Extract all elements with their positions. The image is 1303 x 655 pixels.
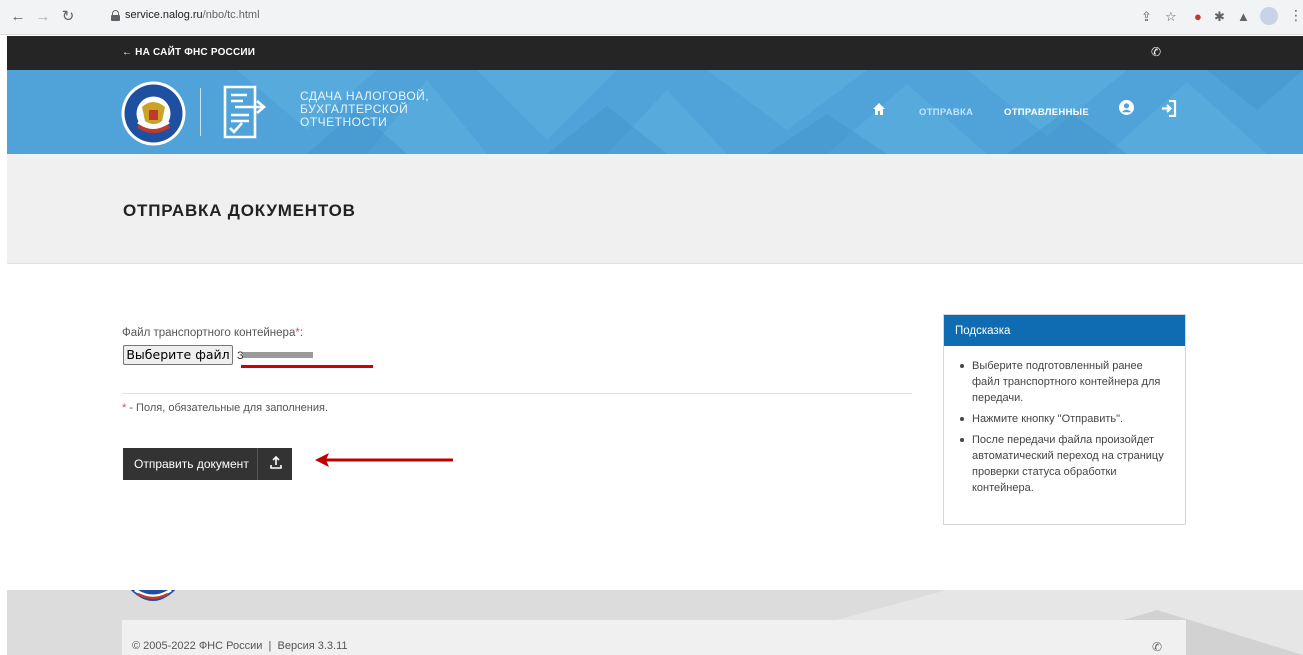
hint-item: Нажмите кнопку "Отправить". (958, 411, 1173, 427)
hint-title: Подсказка (944, 315, 1185, 346)
puzzle-extensions-icon[interactable]: ✱ (1214, 8, 1225, 26)
header-pattern (237, 70, 1303, 154)
logout-icon[interactable] (1161, 100, 1177, 117)
hint-list: Выберите подготовленный ранее файл транс… (944, 346, 1185, 496)
red-underline-annotation (241, 365, 373, 368)
page-title: ОТПРАВКА ДОКУМЕНТОВ (123, 201, 356, 220)
browser-menu-icon[interactable]: ⋮ (1289, 7, 1303, 24)
back-arrow-icon[interactable]: ← (8, 8, 28, 26)
lock-icon (111, 10, 120, 21)
site-footer: © 2005-2022 ФНС России | Версия 3.3.11 ✆ (7, 590, 1303, 655)
back-to-fns-link[interactable]: ← НА САЙТ ФНС РОССИИ (122, 47, 255, 58)
bookmark-star-icon[interactable]: ☆ (1165, 8, 1177, 26)
extension-icon[interactable]: ● (1194, 8, 1202, 26)
app-version: Версия 3.3.11 (277, 640, 348, 652)
submit-button-label: Отправить документ (134, 457, 249, 471)
home-icon[interactable] (872, 102, 886, 116)
hint-item: После передачи файла произойдет автомати… (958, 432, 1173, 496)
nav-sent[interactable]: ОТПРАВЛЕННЫЕ (1004, 107, 1089, 118)
header-separator (200, 88, 201, 136)
submit-document-button[interactable]: Отправить документ (123, 448, 292, 480)
choose-file-button[interactable]: Выберите файл (123, 345, 233, 365)
required-fields-note: * - Поля, обязательные для заполнения. (122, 402, 329, 414)
fns-emblem-logo[interactable] (120, 80, 187, 147)
share-icon[interactable]: ⇪ (1141, 8, 1152, 26)
forward-arrow-icon[interactable]: → (33, 8, 53, 26)
button-divider (257, 448, 258, 480)
red-arrow-annotation (315, 453, 453, 467)
lab-flask-icon[interactable]: ▲ (1237, 8, 1250, 26)
form-divider (122, 393, 912, 394)
file-field-label: Файл транспортного контейнера*: (122, 327, 304, 339)
footer-bar: © 2005-2022 ФНС России | Версия 3.3.11 ✆ (122, 620, 1186, 655)
top-bar: ← НА САЙТ ФНС РОССИИ ✆ (7, 36, 1303, 70)
url-text: service.nalog.ru/nbo/tc.html (125, 9, 260, 21)
phone-icon[interactable]: ✆ (1151, 45, 1161, 59)
reload-icon[interactable]: ↻ (58, 8, 78, 26)
site-header: СДАЧА НАЛОГОВОЙ, БУХГАЛТЕРСКОЙ ОТЧЕТНОСТ… (7, 70, 1303, 154)
nav-send[interactable]: ОТПРАВКА (919, 107, 973, 118)
selected-file-name: З (237, 350, 315, 359)
footer-emblem-logo (130, 590, 176, 601)
upload-icon (270, 456, 282, 469)
profile-avatar[interactable] (1260, 7, 1278, 25)
page-title-band: ОТПРАВКА ДОКУМЕНТОВ (7, 154, 1303, 264)
user-account-icon[interactable] (1119, 100, 1134, 115)
footer-copyright: © 2005-2022 ФНС России | Версия 3.3.11 (132, 640, 348, 652)
hint-item: Выберите подготовленный ранее файл транс… (958, 358, 1173, 406)
service-title: СДАЧА НАЛОГОВОЙ, БУХГАЛТЕРСКОЙ ОТЧЕТНОСТ… (300, 89, 430, 129)
redacted-file-name (243, 352, 313, 358)
browser-toolbar: ← → ↻ service.nalog.ru/nbo/tc.html ⇪ ☆ ●… (0, 0, 1303, 35)
document-report-icon (223, 85, 266, 139)
footer-phone-icon[interactable]: ✆ (1152, 640, 1162, 654)
hint-panel: Подсказка Выберите подготовленный ранее … (943, 314, 1186, 525)
address-bar[interactable]: service.nalog.ru/nbo/tc.html (103, 5, 1183, 29)
